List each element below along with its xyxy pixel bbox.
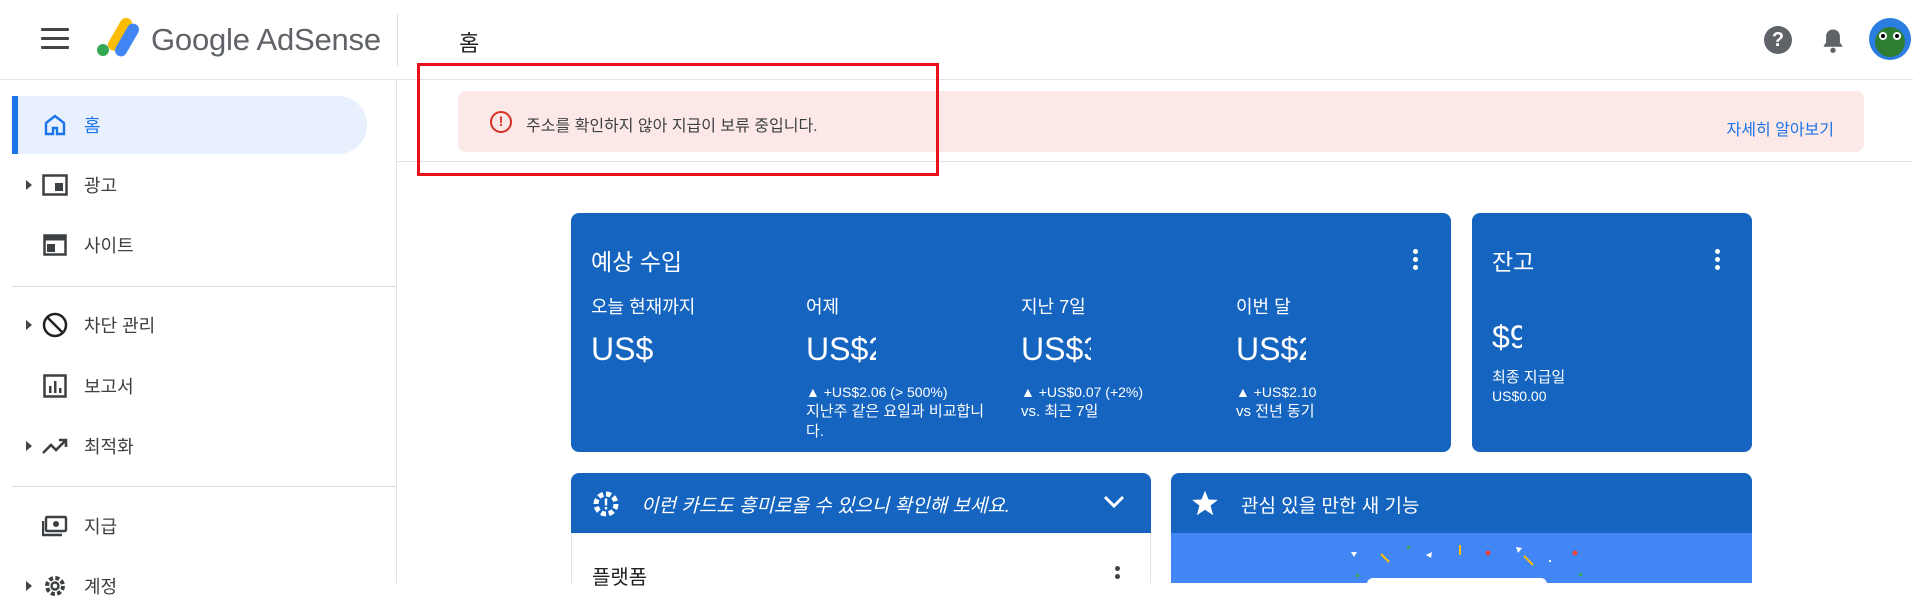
block-icon [42, 312, 68, 338]
trending-up-icon [42, 433, 68, 459]
expand-caret-icon [26, 180, 32, 190]
sidebar-divider [12, 286, 397, 287]
side-navigation: 홈 광고 사이트 차단 관리 보고서 최적화 지급 계정 [0, 80, 397, 597]
sidebar-divider [12, 486, 397, 487]
metric-note: 지난주 같은 요일과 비교합니다. [806, 403, 985, 440]
metric-label: 오늘 현재까지 [591, 297, 696, 317]
sidebar-item-label: 차단 관리 [84, 316, 156, 336]
expand-caret-icon [26, 320, 32, 330]
sidebar-item-sites[interactable]: 사이트 [12, 216, 367, 274]
expand-caret-icon [26, 441, 32, 451]
last-payment-label: 최종 지급일 [1492, 369, 1566, 386]
metric-note: vs. 최근 7일 [1021, 403, 1099, 420]
more-options-icon[interactable] [1115, 566, 1120, 582]
metric-label: 어제 [806, 297, 840, 317]
metric-label: 이번 달 [1236, 297, 1291, 317]
card-title: 잔고 [1492, 249, 1535, 275]
suggestion-card-subtitle: 플랫폼 [592, 567, 648, 589]
account-avatar[interactable] [1869, 18, 1911, 60]
sidebar-item-label: 최적화 [84, 437, 134, 457]
metric-last-7-days: 지난 7일 US$3 ▲ +US$0.07 (+2%) vs. 최근 7일 [1021, 293, 1221, 422]
metric-delta: ▲ +US$2.06 (> 500%) [806, 384, 948, 400]
sidebar-item-label: 홈 [84, 116, 101, 136]
payments-icon [42, 513, 68, 539]
adsense-logo-icon [97, 18, 139, 57]
metric-value: US$3 [1021, 331, 1091, 367]
card-title: 예상 수입 [591, 249, 683, 275]
metric-delta: ▲ +US$0.07 (+2%) [1021, 384, 1144, 400]
annotation-highlight-box [417, 63, 939, 176]
metric-note: vs 전년 동기 [1236, 403, 1315, 420]
help-icon[interactable]: ? [1764, 26, 1792, 54]
sidebar-item-optimization[interactable]: 최적화 [12, 417, 367, 475]
suggestion-card-header[interactable]: 이런 카드도 흥미로울 수 있으니 확인해 보세요. [571, 473, 1151, 533]
home-icon [42, 112, 68, 138]
ads-icon [42, 172, 68, 198]
sidebar-item-home[interactable]: 홈 [12, 96, 367, 154]
top-app-bar: Google AdSense 홈 ? [0, 0, 1913, 80]
sidebar-item-payments[interactable]: 지급 [12, 497, 367, 555]
star-icon [1192, 490, 1218, 516]
balance-value: $9 [1492, 319, 1522, 355]
suggestion-card-title: 이런 카드도 흥미로울 수 있으니 확인해 보세요. [641, 496, 1011, 517]
sidebar-item-label: 보고서 [84, 377, 134, 397]
confetti-illustration [1351, 545, 1582, 590]
suggestion-card-body: 플랫폼 [571, 533, 1151, 589]
sidebar-item-label: 지급 [84, 517, 118, 537]
sidebar-item-label: 사이트 [84, 236, 134, 256]
sidebar-item-label: 광고 [84, 176, 118, 196]
sidebar-item-blocking-controls[interactable]: 차단 관리 [12, 296, 367, 354]
metric-today: 오늘 현재까지 US$ [591, 293, 791, 368]
metric-value: US$ [591, 331, 654, 367]
insights-icon [593, 491, 619, 517]
metric-yesterday: 어제 US$2 ▲ +US$2.06 (> 500%) 지난주 같은 요일과 비… [806, 293, 1006, 442]
page-title: 홈 [459, 31, 480, 56]
new-features-card-header: 관심 있을 만한 새 기능 [1171, 473, 1752, 533]
last-payment-value: US$0.00 [1492, 388, 1547, 404]
metric-value: US$2 [806, 331, 876, 367]
sidebar-item-label: 계정 [84, 577, 118, 597]
more-options-icon[interactable] [1413, 249, 1419, 271]
metric-delta: ▲ +US$2.10 [1236, 384, 1317, 400]
balance-card: 잔고 $9 최종 지급일 US$0.00 [1472, 213, 1752, 452]
estimated-earnings-card: 예상 수입 오늘 현재까지 US$ 어제 US$2 ▲ +US$2.06 (> … [571, 213, 1451, 452]
metric-label: 지난 7일 [1021, 297, 1086, 317]
more-options-icon[interactable] [1715, 249, 1721, 271]
hamburger-menu-icon[interactable] [41, 28, 69, 52]
reports-icon [42, 373, 68, 399]
metric-this-month: 이번 달 US$2 ▲ +US$2.10 vs 전년 동기 [1236, 293, 1436, 422]
header-divider [397, 14, 398, 66]
sidebar-item-ads[interactable]: 광고 [12, 156, 367, 214]
new-features-card-title: 관심 있을 만한 새 기능 [1241, 496, 1420, 517]
product-name: Google AdSense [151, 22, 381, 57]
metric-value: US$2 [1236, 331, 1306, 367]
new-features-illustration [1171, 533, 1752, 590]
learn-more-link[interactable]: 자세히 알아보기 [1727, 116, 1835, 140]
sidebar-item-reports[interactable]: 보고서 [12, 357, 367, 415]
chevron-down-icon[interactable] [1103, 495, 1125, 509]
sidebar-item-account[interactable]: 계정 [12, 557, 367, 615]
notifications-bell-icon[interactable] [1819, 26, 1847, 56]
sites-icon [42, 232, 68, 258]
gear-icon [42, 573, 68, 599]
